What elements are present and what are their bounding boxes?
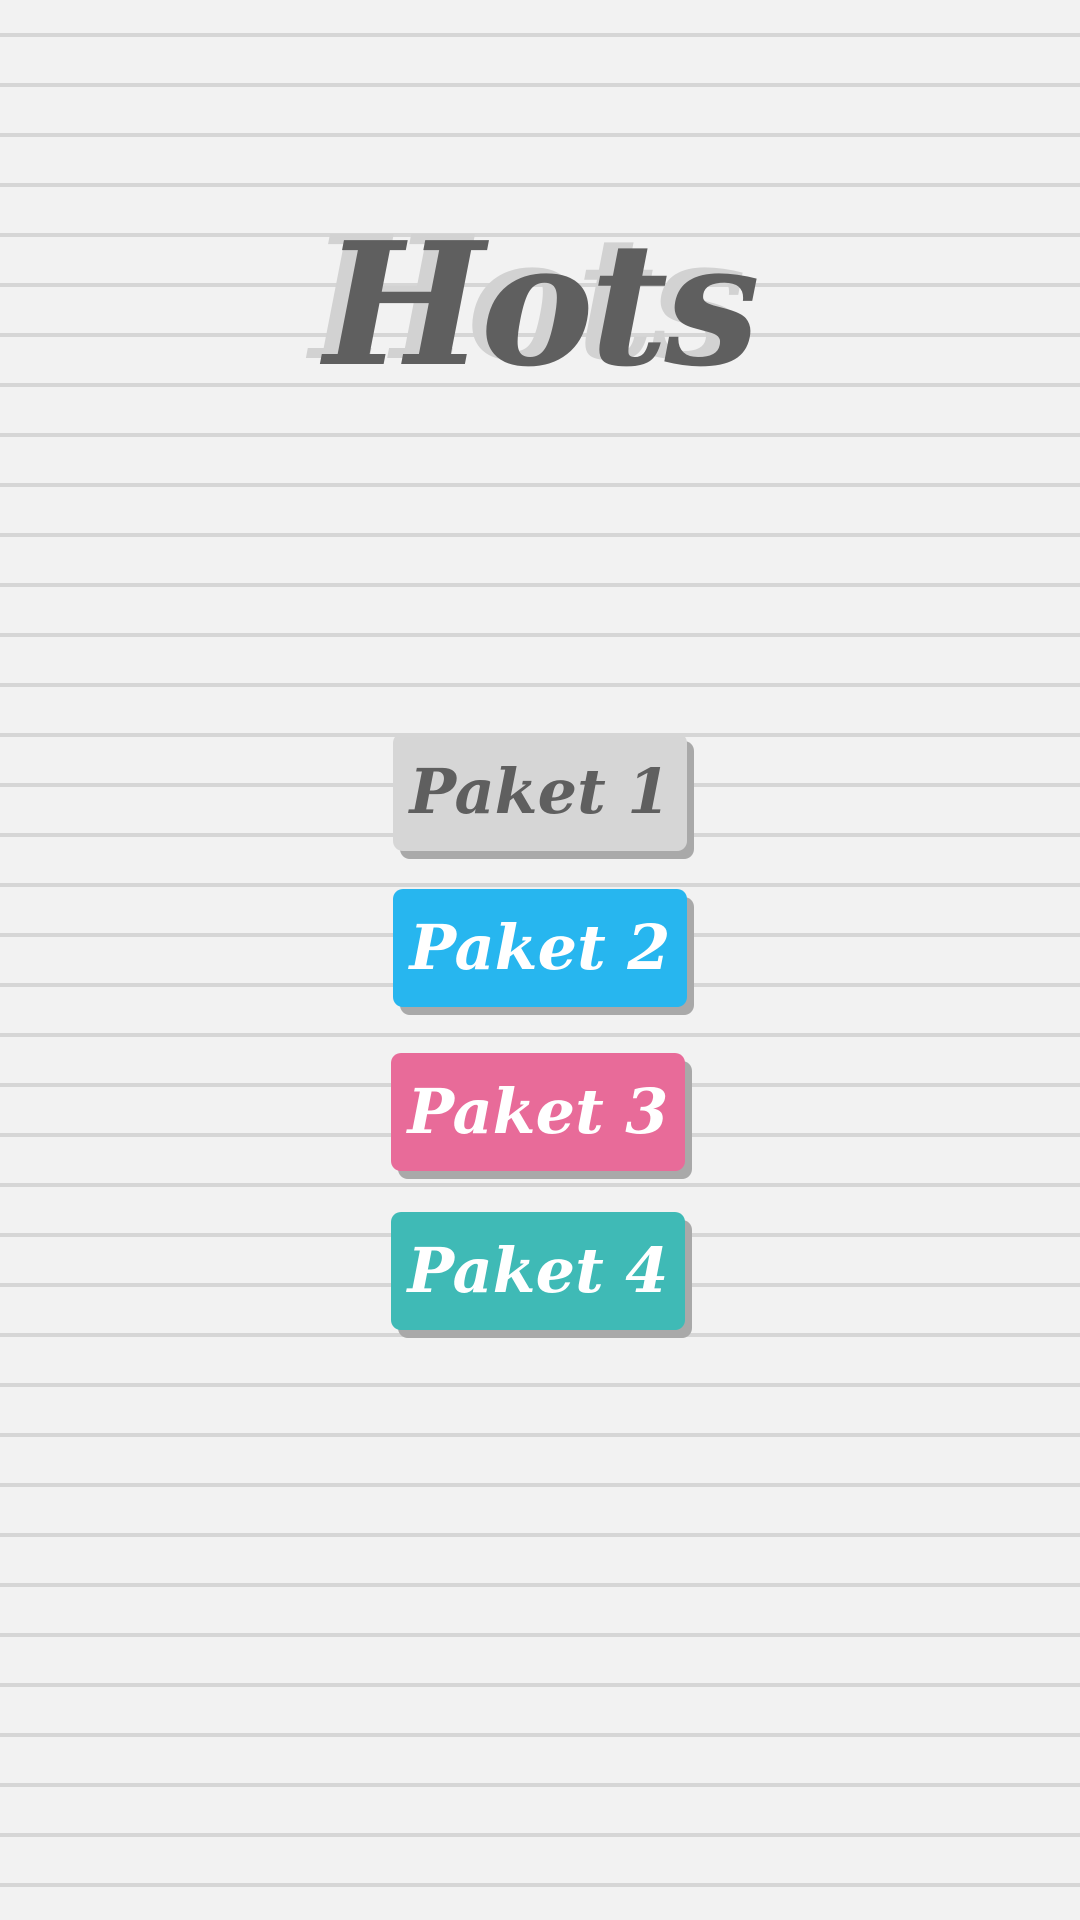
- title-area: Hots Hots: [0, 204, 1080, 400]
- paket-2-button[interactable]: Paket 2: [393, 889, 687, 1007]
- app-title-text: Hots: [323, 205, 760, 405]
- paket-4-button[interactable]: Paket 4: [391, 1212, 685, 1330]
- app-title: Hots Hots: [310, 204, 760, 400]
- paket-3-button[interactable]: Paket 3: [391, 1053, 685, 1171]
- paket-1-button[interactable]: Paket 1: [393, 733, 687, 851]
